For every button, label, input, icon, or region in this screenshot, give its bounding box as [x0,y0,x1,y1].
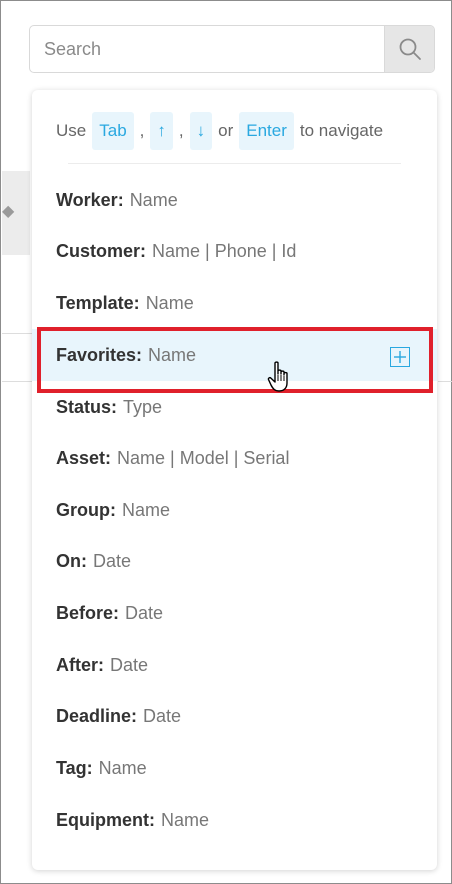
search-input[interactable] [30,26,386,72]
suggestion-favorites[interactable]: Favorites: Name [32,329,437,381]
search-icon [399,38,421,60]
suggestion-value: Name [122,499,171,520]
suggestion-key: Before: [56,602,120,623]
suggestion-value: Name | Phone | Id [152,240,297,261]
suggestion-deadline[interactable]: Deadline: Date [32,690,437,742]
suggestion-key: Status: [56,396,118,417]
hint-separator: , [139,121,145,140]
suggestion-value: Date [110,654,149,675]
suggestion-value: Type [123,396,163,417]
suggestion-worker[interactable]: Worker: Name [32,174,437,226]
search-bar [29,25,435,73]
suggestion-after[interactable]: After: Date [32,639,437,691]
suggestion-tag[interactable]: Tag: Name [32,742,437,794]
app-frame: ◆ Use Tab , ↑ , ↓ or Enter to navigate W… [0,0,452,884]
suggestion-template[interactable]: Template: Name [32,277,437,329]
suggestion-key: Deadline: [56,705,138,726]
hint-key-down: ↓ [189,112,213,150]
hint-separator: , [178,121,184,140]
suggestion-key: Tag: [56,757,93,778]
hint-key-tab: Tab [92,112,134,150]
suggestion-status[interactable]: Status: Type [32,381,437,433]
suggestion-before[interactable]: Before: Date [32,587,437,639]
suggestion-key: Asset: [56,447,112,468]
background-sort-icon: ◆ [2,203,15,220]
navigation-hint: Use Tab , ↑ , ↓ or Enter to navigate [56,112,389,150]
suggestion-value: Name [145,292,194,313]
suggestion-key: Template: [56,292,140,313]
suggestion-key: Equipment: [56,809,155,830]
hint-or: or [218,121,234,140]
add-favorite-icon[interactable] [390,347,410,367]
background-divider [2,333,32,334]
suggestion-group[interactable]: Group: Name [32,484,437,536]
suggestion-key: Worker: [56,189,124,210]
suggestion-value: Date [125,602,164,623]
suggestion-key: After: [56,654,104,675]
suggestion-customer[interactable]: Customer: Name | Phone | Id [32,225,437,277]
hint-key-enter: Enter [239,112,294,150]
suggestion-value: Name [129,189,178,210]
suggestion-value: Name [161,809,210,830]
suggestion-key: Customer: [56,240,147,261]
suggestion-value: Date [93,550,132,571]
suggestion-key: On: [56,550,87,571]
background-divider [438,381,452,382]
plus-icon [394,351,406,363]
suggestion-value: Name [148,344,197,365]
hint-divider [68,163,401,164]
background-divider [2,381,32,382]
hint-suffix: to navigate [299,121,384,140]
suggestion-value: Name | Model | Serial [117,447,290,468]
hand-pointer-cursor-icon [267,361,288,392]
suggestion-asset[interactable]: Asset: Name | Model | Serial [32,432,437,484]
suggestion-key: Group: [56,499,116,520]
search-button[interactable] [384,26,434,72]
search-suggestions-dropdown: Use Tab , ↑ , ↓ or Enter to navigate Wor… [32,90,437,870]
suggestion-equipment[interactable]: Equipment: Name [32,794,437,846]
suggestion-value: Date [143,705,182,726]
suggestion-value: Name [98,757,147,778]
hint-key-up: ↑ [150,112,173,150]
hint-prefix: Use [56,121,87,140]
suggestion-key: Favorites: [56,344,143,365]
suggestion-on[interactable]: On: Date [32,535,437,587]
